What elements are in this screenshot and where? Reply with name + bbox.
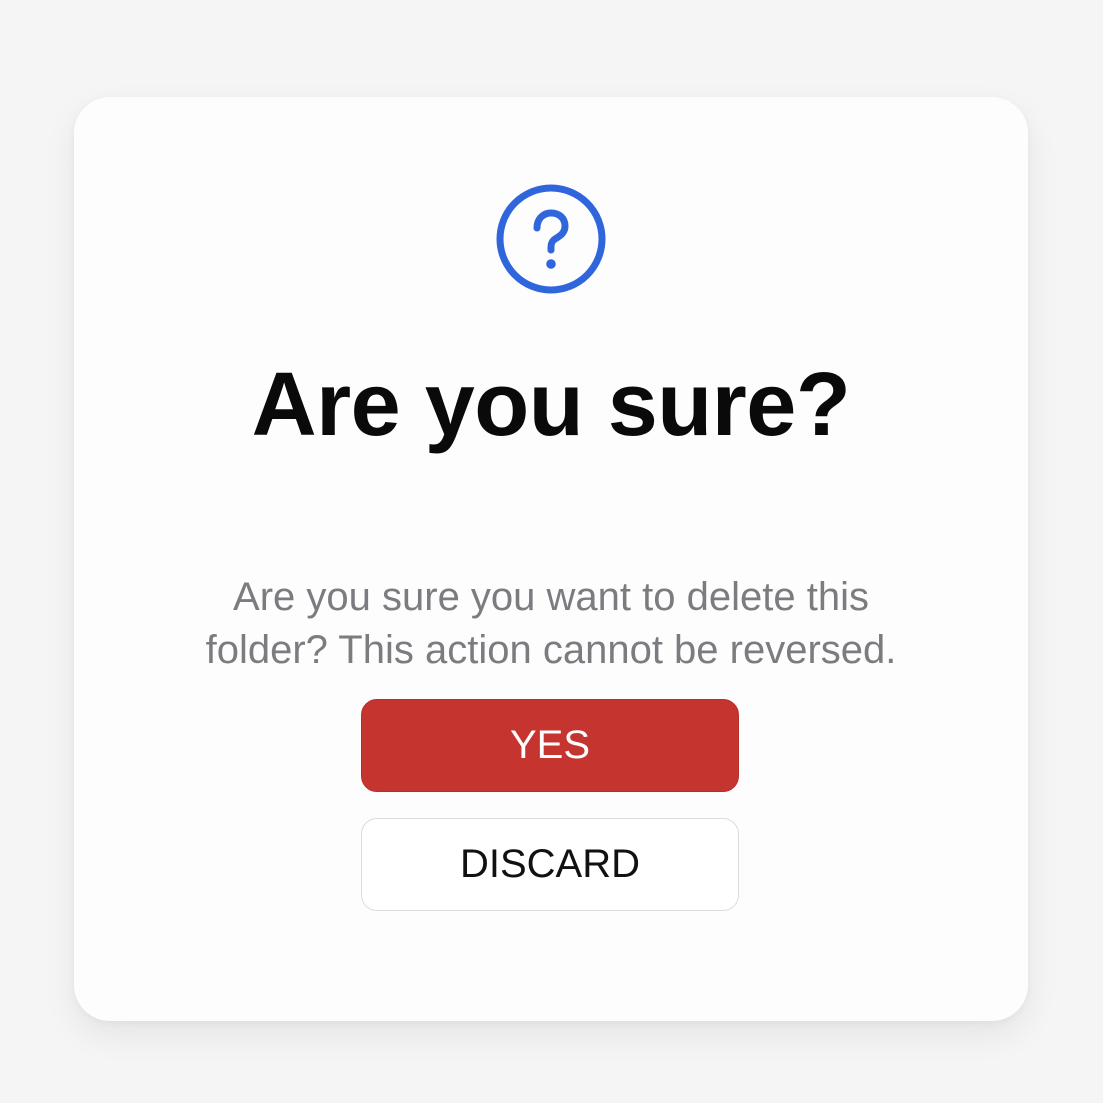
question-circle-icon xyxy=(495,183,607,295)
discard-button[interactable]: DISCARD xyxy=(361,818,739,911)
yes-button[interactable]: YES xyxy=(361,699,739,792)
dialog-title: Are you sure? xyxy=(251,355,851,455)
dialog-message: Are you sure you want to delete this fol… xyxy=(205,575,897,672)
confirm-dialog: Are you sure? Are you sure you want to d… xyxy=(74,97,1028,1021)
